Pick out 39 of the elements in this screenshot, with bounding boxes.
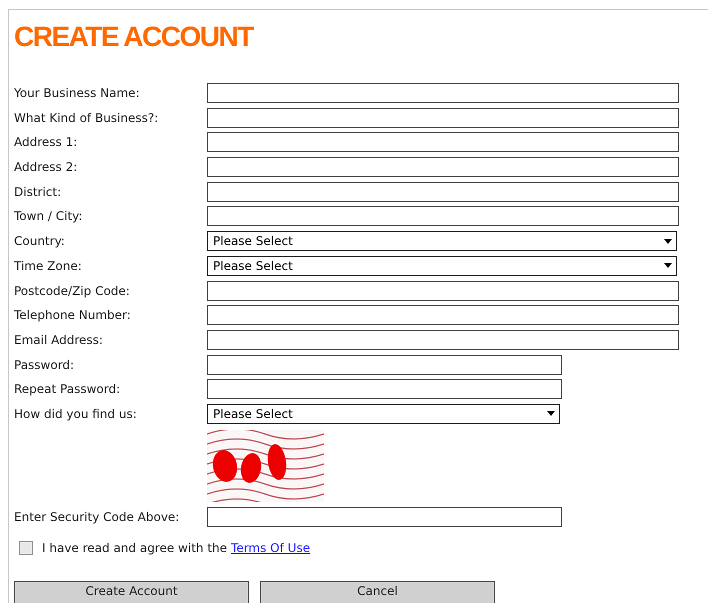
dropdown[interactable]: Please Select [207,231,677,252]
caret-icon [664,263,672,268]
input-field[interactable] [207,506,562,527]
input-field[interactable] [207,305,679,326]
field-label: District: [14,184,62,201]
page-title: CREATE ACCOUNT [14,20,253,54]
field-label: Password: [14,356,76,374]
form-button[interactable]: Cancel [260,580,495,603]
terms-text: I have read and agree with the [42,540,228,557]
input-field[interactable] [207,379,562,400]
terms-link[interactable]: Terms Of Use [231,538,310,557]
field-label: Address 1: [14,134,78,152]
field-label: Email Address: [14,332,104,349]
caret-icon [664,238,672,244]
field-label: Postcode/Zip Code: [14,282,131,300]
field-label: Repeat Password: [14,381,122,398]
checkbox[interactable] [19,540,33,555]
form-button[interactable]: Create Account [14,580,249,603]
field-label: Telephone Number: [14,307,132,324]
field-label: What Kind of Business?: [14,110,160,127]
field-label: Time Zone: [14,258,83,275]
input-field[interactable] [207,132,679,152]
caret-icon [547,411,555,416]
input-field[interactable] [207,330,679,350]
field-label: Enter Security Code Above: [14,508,180,526]
field-label: Country: [14,233,66,250]
field-label: How did you find us: [14,406,138,423]
input-field[interactable] [207,157,679,178]
dropdown[interactable]: Please Select [207,256,677,276]
field-label: Address 2: [14,159,78,176]
input-field[interactable] [207,83,679,103]
input-field[interactable] [207,206,679,226]
input-field[interactable] [207,182,679,202]
input-field[interactable] [207,108,679,128]
input-field[interactable] [207,354,562,375]
field-label: Town / City: [14,208,84,226]
input-field[interactable] [207,280,679,300]
field-label: Your Business Name: [14,85,141,102]
dropdown[interactable]: Please Select [207,404,560,424]
